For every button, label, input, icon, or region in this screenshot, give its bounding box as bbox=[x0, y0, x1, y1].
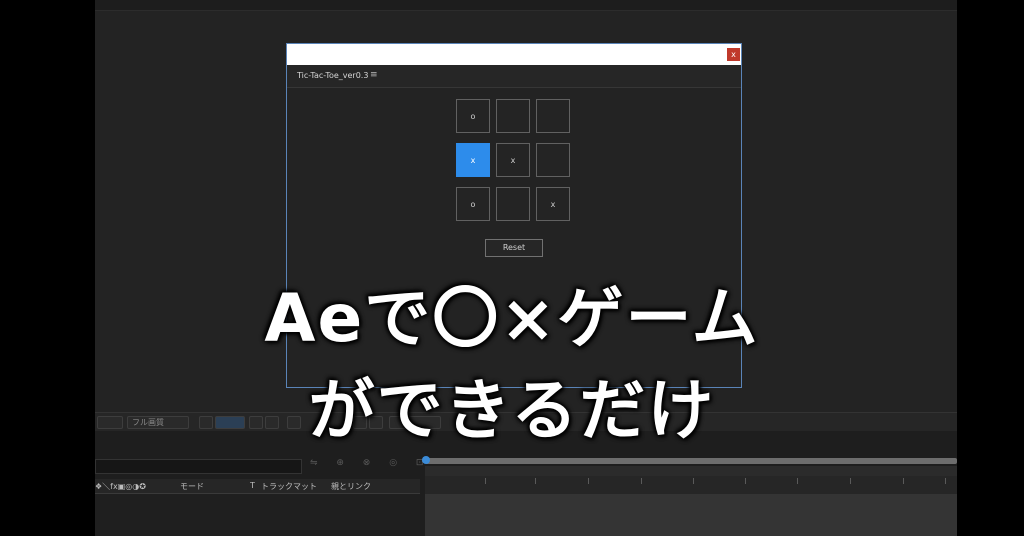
ruler-tick bbox=[641, 478, 642, 484]
column-track-matte: トラックマット bbox=[261, 482, 317, 491]
work-area-bar[interactable] bbox=[425, 458, 957, 464]
board-cell[interactable]: o bbox=[456, 99, 490, 133]
reset-button[interactable]: Reset bbox=[485, 239, 543, 257]
board-cell[interactable] bbox=[496, 187, 530, 221]
board-cell[interactable] bbox=[496, 99, 530, 133]
board-cell[interactable] bbox=[536, 99, 570, 133]
ruler-tick bbox=[535, 478, 536, 484]
ruler-tick bbox=[945, 478, 946, 484]
ruler-tick bbox=[485, 478, 486, 484]
timeline-column-header: ❖＼fx▣◎◑✪ モード T トラックマット 親とリンク bbox=[95, 479, 420, 494]
viewer-top-strip bbox=[95, 0, 957, 11]
ruler-tick bbox=[745, 478, 746, 484]
panel-title: Tic-Tac-Toe_ver0.3 bbox=[297, 71, 369, 80]
board-cell[interactable]: o bbox=[456, 187, 490, 221]
column-parent-link: 親とリンク bbox=[331, 482, 371, 491]
ruler-tick bbox=[588, 478, 589, 484]
ruler-tick bbox=[903, 478, 904, 484]
time-ruler[interactable] bbox=[425, 466, 957, 476]
board-cell[interactable]: x bbox=[536, 187, 570, 221]
ruler-tick bbox=[797, 478, 798, 484]
layer-switches-icons[interactable]: ❖＼fx▣◎◑✪ bbox=[95, 481, 146, 492]
layer-track-area[interactable] bbox=[425, 494, 957, 536]
board-cell[interactable]: x bbox=[496, 143, 530, 177]
ruler-tick bbox=[693, 478, 694, 484]
board-cell[interactable] bbox=[536, 143, 570, 177]
timeline-search-input[interactable] bbox=[95, 459, 302, 474]
caption-line-2: ができるだけ bbox=[308, 372, 716, 449]
column-t: T bbox=[250, 481, 255, 490]
timeline-graph-area[interactable] bbox=[422, 456, 957, 536]
dialog-titlebar[interactable]: x bbox=[287, 44, 741, 65]
board-cell-highlighted[interactable]: x bbox=[456, 143, 490, 177]
ruler-tick bbox=[850, 478, 851, 484]
menu-icon[interactable]: ≡ bbox=[370, 70, 378, 80]
layer-list[interactable] bbox=[95, 494, 420, 536]
current-time-indicator[interactable] bbox=[422, 456, 430, 464]
close-button[interactable]: x bbox=[727, 48, 740, 61]
panel-header: Tic-Tac-Toe_ver0.3 ≡ bbox=[287, 65, 741, 88]
timeline-switch-icons[interactable]: ⇋ ⊕ ⊗ ◎ ⊡ bbox=[310, 458, 431, 468]
column-mode: モード bbox=[180, 482, 204, 491]
caption-line-1: Aeで〇×ゲーム bbox=[264, 280, 760, 357]
game-board: o x x o x bbox=[456, 99, 574, 225]
